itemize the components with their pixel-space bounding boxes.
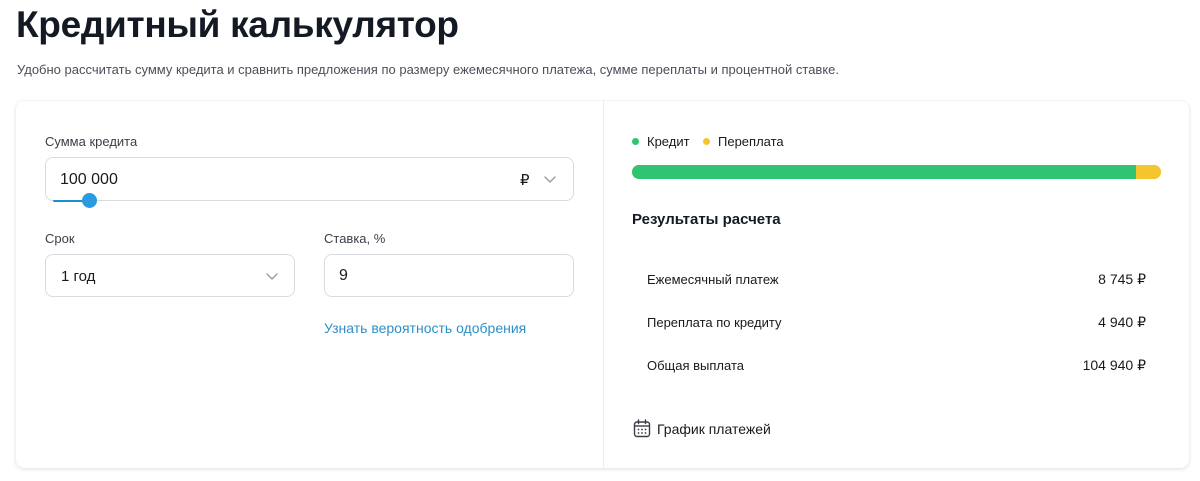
overpayment-value: 4 940 ₽: [1098, 314, 1146, 330]
legend-credit-label: Кредит: [647, 134, 690, 149]
total-payment-label: Общая выплата: [647, 358, 744, 373]
term-select[interactable]: 1 год: [45, 254, 295, 297]
monthly-payment-label: Ежемесячный платеж: [647, 272, 779, 287]
calculator-card: Сумма кредита 100 000 ₽ Срок 1 год Ставк…: [16, 101, 1189, 468]
term-value: 1 год: [61, 268, 96, 285]
page-title: Кредитный калькулятор: [16, 4, 459, 45]
legend-overpay-dot: [703, 138, 710, 145]
rate-input[interactable]: 9: [324, 254, 574, 297]
monthly-payment-value: 8 745 ₽: [1098, 271, 1146, 287]
amount-slider-thumb[interactable]: [82, 193, 97, 208]
overpayment-label: Переплата по кредиту: [647, 315, 782, 330]
amount-label: Сумма кредита: [45, 134, 138, 149]
legend-overpay-label: Переплата: [718, 134, 784, 149]
results-title: Результаты расчета: [632, 211, 781, 228]
chevron-down-icon: [266, 273, 278, 280]
rate-value: 9: [339, 267, 348, 284]
chevron-down-icon[interactable]: [543, 174, 557, 184]
legend-overpay: Переплата: [703, 134, 784, 149]
ratio-bar: [632, 165, 1161, 179]
approval-link[interactable]: Узнать вероятность одобрения: [324, 320, 526, 336]
card-divider: [603, 101, 604, 468]
page-subtitle: Удобно рассчитать сумму кредита и сравни…: [17, 62, 840, 77]
legend-credit: Кредит: [632, 134, 690, 149]
calendar-icon: [633, 419, 651, 438]
payment-schedule-label: График платежей: [657, 420, 771, 437]
ratio-bar-segment-credit: [632, 165, 1137, 179]
currency-symbol: ₽: [520, 172, 530, 189]
rate-label: Ставка, %: [324, 231, 386, 246]
ratio-bar-segment-overpayment: [1136, 165, 1161, 179]
total-payment-value: 104 940 ₽: [1082, 357, 1146, 373]
amount-field[interactable]: 100 000 ₽: [45, 157, 574, 201]
payment-schedule-button[interactable]: График платежей: [633, 419, 771, 438]
term-label: Срок: [45, 231, 75, 246]
amount-value: 100 000: [60, 171, 118, 188]
legend-credit-dot: [632, 138, 639, 145]
